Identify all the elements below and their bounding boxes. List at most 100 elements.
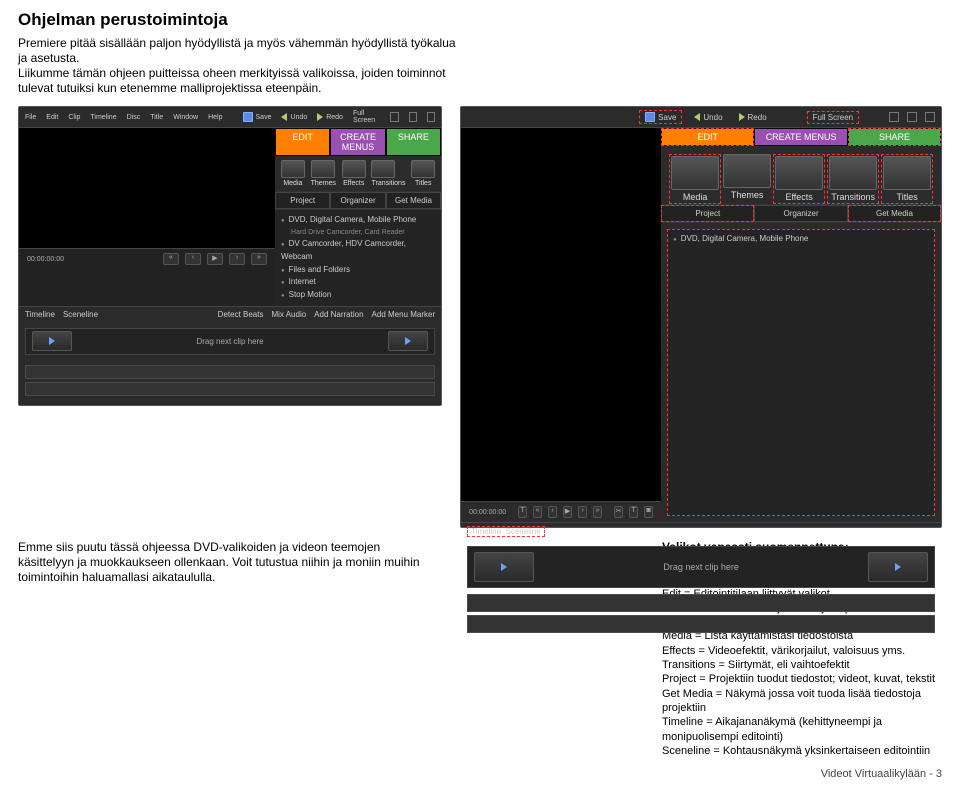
next-button[interactable]: › [229,253,245,265]
rew-button[interactable]: « [163,253,179,265]
undo-button[interactable]: Undo [690,112,726,123]
undo-icon [281,113,287,121]
mix-audio[interactable]: Mix Audio [271,310,306,319]
fullscreen-button[interactable]: Full Screen [807,111,859,124]
audio-track-2[interactable] [467,615,935,633]
redo-icon [739,113,745,121]
menu-edit[interactable]: Edit [46,114,58,121]
menu-title[interactable]: Title [150,114,163,121]
sceneline-drop[interactable]: Drag next clip here [467,546,935,588]
redo-button[interactable]: Redo [317,113,343,121]
close-icon[interactable] [427,112,435,122]
save-icon [243,112,253,122]
preview-monitor [19,128,275,248]
add-narration[interactable]: Add Narration [314,310,363,319]
src-internet[interactable]: Internet [281,276,435,289]
tab-share[interactable]: SHARE [386,128,441,156]
src-camcorder[interactable]: DV Camcorder, HDV Camcorder, Webcam [281,238,435,264]
audio-track-2[interactable] [25,382,435,396]
page-footer: Videot Virtuaalikylään - 3 [18,768,942,780]
play-icon [501,563,507,571]
menu-timeline[interactable]: Timeline [90,114,116,121]
tab-edit[interactable]: EDIT [661,128,754,146]
close-icon[interactable] [925,112,935,122]
menu-disc[interactable]: Disc [127,114,141,121]
max-icon[interactable] [409,112,417,122]
mark-in-button[interactable]: T [518,506,527,518]
tab-organizer[interactable]: Organizer [330,192,385,209]
source-list: DVD, Digital Camera, Mobile Phone Hard D… [275,210,441,306]
tab-getmedia[interactable]: Get Media [386,192,441,209]
tile-effects[interactable] [775,156,823,190]
menu-file[interactable]: File [25,114,36,121]
prev-button[interactable]: ‹ [548,506,557,518]
glossary-line: Transitions = Siirtymät, eli vaihtoefekt… [662,658,942,672]
play-button[interactable]: ▶ [563,506,572,518]
tile-effects[interactable] [342,160,366,178]
tile-themes[interactable] [311,160,335,178]
max-icon[interactable] [907,112,917,122]
scissors-icon[interactable]: ✂ [614,506,623,518]
glossary-line: Get Media = Näkymä jossa voit tuoda lisä… [662,687,942,716]
audio-track-1[interactable] [467,594,935,612]
intro-p1: Premiere pitää sisällään paljon hyödylli… [18,36,458,66]
next-button[interactable]: › [578,506,587,518]
tile-media[interactable] [281,160,305,178]
tile-transitions[interactable] [829,156,877,190]
tile-transitions[interactable] [371,160,395,178]
redo-button[interactable]: Redo [735,112,771,123]
save-icon [645,112,655,122]
save-button[interactable]: Save [243,112,272,122]
menu-clip[interactable]: Clip [68,114,80,121]
small-menubar: File Edit Clip Timeline Disc Title Windo… [19,107,441,128]
ffwd-button[interactable]: » [593,506,602,518]
src-stopmotion[interactable]: Stop Motion [281,289,435,302]
tab-timeline[interactable]: Timeline [25,310,55,319]
tab-sceneline[interactable]: Sceneline [506,527,541,536]
src-dvd[interactable]: DVD, Digital Camera, Mobile Phone [673,233,929,246]
min-icon[interactable] [390,112,398,122]
tab-menus[interactable]: CREATE MENUS [330,128,385,156]
ffwd-button[interactable]: » [251,253,267,265]
add-menu-marker[interactable]: Add Menu Marker [372,310,436,319]
rew-button[interactable]: « [533,506,542,518]
tab-menus[interactable]: CREATE MENUS [754,128,847,146]
undo-icon [694,113,700,121]
min-icon[interactable] [889,112,899,122]
detect-beats[interactable]: Detect Beats [218,310,264,319]
tile-themes[interactable] [723,154,771,188]
tab-getmedia[interactable]: Get Media [848,205,941,222]
mode-tabs: EDIT CREATE MENUS SHARE [661,128,941,146]
menu-window[interactable]: Window [173,114,198,121]
src-dvd[interactable]: DVD, Digital Camera, Mobile Phone [281,214,435,227]
sceneline-drop[interactable]: Drag next clip here [25,328,435,355]
undo-button[interactable]: Undo [281,113,307,121]
drag-hint: Drag next clip here [78,337,382,346]
page-title: Ohjelman perustoimintoja [18,10,942,30]
camera-icon[interactable]: ◙ [644,506,653,518]
intro-block: Premiere pitää sisällään paljon hyödylli… [18,36,458,96]
menu-help[interactable]: Help [208,114,222,121]
audio-track-1[interactable] [25,365,435,379]
tile-media[interactable] [671,156,719,190]
tab-project[interactable]: Project [275,192,330,209]
asset-tabs: Media Themes Effects Transitions Titles [661,146,941,204]
tab-organizer[interactable]: Organizer [754,205,847,222]
tab-share[interactable]: SHARE [848,128,941,146]
tab-project[interactable]: Project [661,205,754,222]
screenshot-small: File Edit Clip Timeline Disc Title Windo… [18,106,442,406]
fullscreen-button[interactable]: Full Screen [353,110,381,124]
tab-sceneline[interactable]: Sceneline [63,310,98,319]
save-button[interactable]: Save [639,110,682,124]
tab-timeline[interactable]: Timeline [471,527,501,536]
tile-titles[interactable] [411,160,435,178]
play-button[interactable]: ▶ [207,253,223,265]
play-icon [895,563,901,571]
screenshot-large: Save Undo Redo Full Screen 00:00: [460,106,942,528]
text-icon[interactable]: T [629,506,638,518]
src-files[interactable]: Files and Folders [281,264,435,277]
preview-monitor [461,128,661,204]
tab-edit[interactable]: EDIT [275,128,330,156]
tile-titles[interactable] [883,156,931,190]
prev-button[interactable]: ‹ [185,253,201,265]
